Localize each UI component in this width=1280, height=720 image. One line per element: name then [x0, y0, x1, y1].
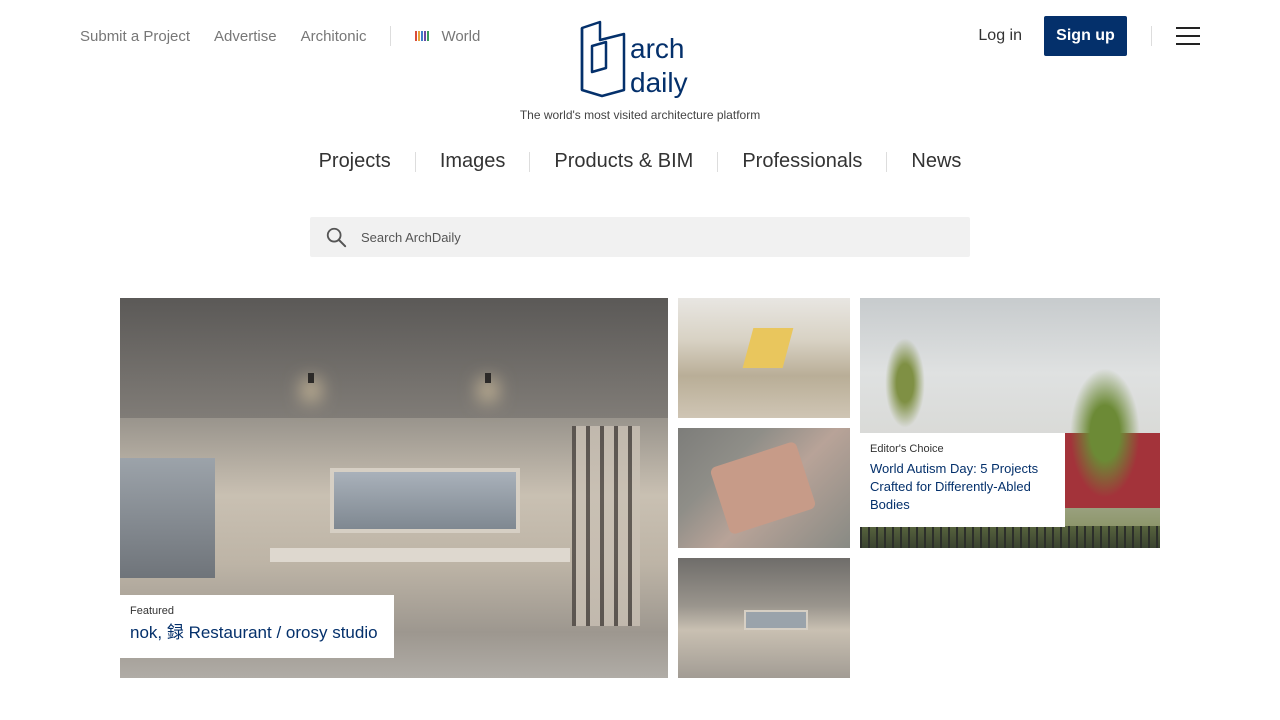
featured-title-link[interactable]: nok, 録 Restaurant / orosy studio [130, 622, 384, 644]
architonic-link[interactable]: Architonic [301, 28, 367, 45]
world-flag-icon [415, 31, 431, 41]
hamburger-menu-icon[interactable] [1176, 27, 1200, 45]
account-actions: Log in Sign up [978, 16, 1200, 56]
nav-products-bim[interactable]: Products & BIM [530, 150, 717, 173]
divider [1151, 26, 1152, 46]
archdaily-logo[interactable]: arch daily [578, 20, 702, 100]
signup-button[interactable]: Sign up [1044, 16, 1127, 56]
advertise-link[interactable]: Advertise [214, 28, 277, 45]
main-nav: Projects Images Products & BIM Professio… [0, 150, 1280, 173]
tagline: The world's most visited architecture pl… [519, 108, 761, 122]
header: Submit a Project Advertise Architonic Wo… [0, 0, 1280, 130]
world-label: World [441, 27, 481, 45]
top-links: Submit a Project Advertise Architonic Wo… [80, 26, 480, 46]
editors-choice-title-link[interactable]: World Autism Day: 5 Projects Crafted for… [870, 460, 1055, 514]
search-input[interactable] [361, 229, 921, 245]
logo-text-arch: arch [630, 33, 684, 64]
logo-text-daily: daily [630, 67, 688, 98]
featured-caption[interactable]: Featured nok, 録 Restaurant / orosy studi… [120, 595, 394, 658]
editors-choice-image[interactable]: Editor's Choice World Autism Day: 5 Proj… [860, 298, 1160, 548]
divider [390, 26, 392, 46]
nav-news[interactable]: News [887, 150, 985, 173]
featured-project-image[interactable]: Featured nok, 録 Restaurant / orosy studi… [120, 298, 668, 678]
featured-kicker: Featured [130, 605, 175, 617]
thumbnail-image[interactable] [678, 428, 850, 548]
submit-project-link[interactable]: Submit a Project [80, 28, 190, 45]
search-bar[interactable] [310, 217, 970, 257]
nav-professionals[interactable]: Professionals [718, 150, 886, 173]
login-link[interactable]: Log in [978, 27, 1022, 45]
thumbnail-image[interactable] [678, 558, 850, 678]
editors-choice-kicker: Editor's Choice [870, 443, 944, 455]
world-selector[interactable]: World [415, 28, 480, 45]
nav-images[interactable]: Images [416, 150, 530, 173]
nav-projects[interactable]: Projects [295, 150, 415, 173]
search-icon[interactable] [325, 226, 347, 248]
featured-gallery: Featured nok, 録 Restaurant / orosy studi… [120, 298, 1160, 678]
thumbnail-image[interactable] [678, 298, 850, 418]
editors-choice-caption[interactable]: Editor's Choice World Autism Day: 5 Proj… [860, 433, 1065, 527]
